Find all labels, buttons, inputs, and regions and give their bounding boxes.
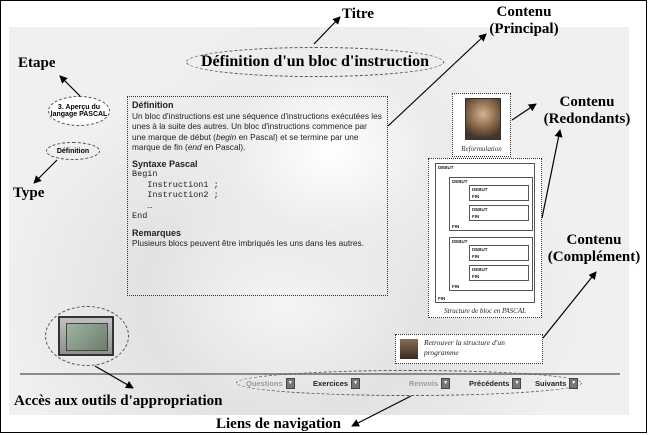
arrow-redondants-2: [541, 129, 563, 219]
arrow-principal: [387, 33, 487, 127]
arrow-type: [33, 159, 58, 184]
arrow-outils: [94, 365, 134, 389]
arrow-titre: [313, 16, 341, 45]
arrow-etape: [59, 75, 81, 97]
arrow-liens: [351, 395, 412, 427]
arrow-complement: [542, 271, 597, 339]
arrow-redondants: [511, 103, 537, 121]
annotation-arrows: [33, 16, 597, 427]
